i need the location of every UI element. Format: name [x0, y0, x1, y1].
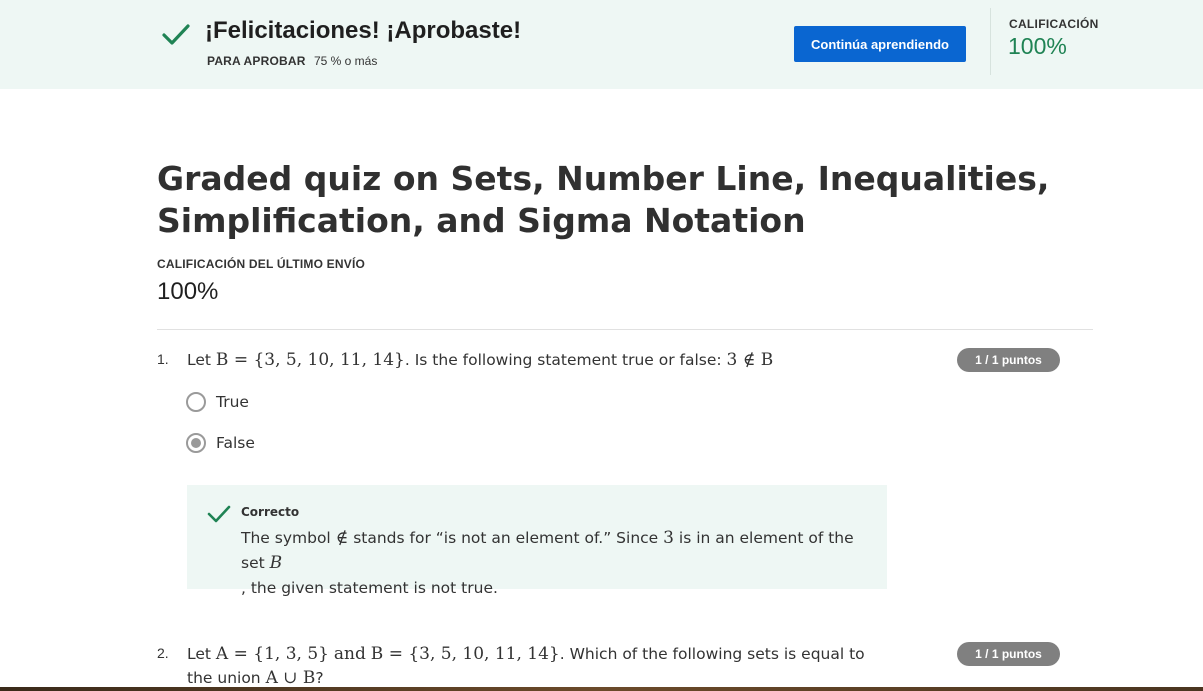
math-expression: A = {1, 3, 5}: [215, 644, 329, 664]
math-expression: B: [269, 553, 283, 573]
question-prefix: Let: [187, 645, 211, 663]
banner-title: ¡Felicitaciones! ¡Aprobaste!: [205, 17, 522, 44]
points-badge: 1 / 1 puntos: [957, 642, 1060, 666]
grade-value: 100%: [1008, 33, 1067, 59]
divider: [990, 8, 991, 75]
continue-learning-button[interactable]: Continúa aprendiendo: [794, 26, 966, 62]
radio-icon[interactable]: [186, 433, 206, 453]
success-banner: ¡Felicitaciones! ¡Aprobaste! PARA APROBA…: [0, 0, 1203, 89]
math-expression: A ∪ B: [265, 668, 316, 688]
window-edge: [0, 687, 1203, 691]
feedback-text-part: stands for “is not an element of.” Since: [348, 529, 664, 547]
question-middle: . Is the following statement true or fal…: [404, 351, 727, 369]
answer-option-true[interactable]: True: [186, 391, 249, 413]
math-conjunction: and: [333, 644, 366, 664]
feedback-text-part: The symbol: [241, 529, 336, 547]
math-expression: 3 ∉ B: [726, 350, 774, 370]
answer-option-false[interactable]: False: [186, 432, 255, 454]
last-grade-value: 100%: [157, 278, 219, 305]
feedback-box: Correcto The symbol ∉ stands for “is not…: [187, 485, 887, 597]
checkmark-icon: [162, 24, 190, 45]
option-label: False: [216, 434, 255, 452]
feedback-text: The symbol ∉ stands for “is not an eleme…: [241, 526, 871, 601]
feedback-label: Correcto: [241, 505, 300, 519]
pass-value: 75 % o más: [313, 54, 378, 68]
math-expression: B = {3, 5, 10, 11, 14}: [215, 350, 405, 370]
points-badge: 1 / 1 puntos: [957, 348, 1060, 372]
question-number: 2.: [157, 645, 169, 661]
divider: [157, 329, 1093, 330]
question-text: Let B = {3, 5, 10, 11, 14}. Is the follo…: [187, 348, 947, 372]
math-expression: ∉: [335, 528, 349, 548]
option-label: True: [216, 393, 249, 411]
pass-label: PARA APROBAR: [207, 54, 306, 68]
math-expression: 3: [663, 528, 674, 548]
grade-label: CALIFICACIÓN: [1009, 17, 1099, 31]
last-grade-label: CALIFICACIÓN DEL ÚLTIMO ENVÍO: [157, 257, 366, 271]
radio-icon[interactable]: [186, 392, 206, 412]
math-expression: B = {3, 5, 10, 11, 14}: [370, 644, 560, 664]
checkmark-icon: [207, 505, 231, 523]
question-text: Let A = {1, 3, 5} and B = {3, 5, 10, 11,…: [187, 642, 877, 690]
page-title: Graded quiz on Sets, Number Line, Inequa…: [157, 159, 1050, 240]
feedback-text-part: , the given statement is not true.: [241, 579, 498, 597]
question-prefix: Let: [187, 351, 211, 369]
question-number: 1.: [157, 351, 169, 367]
pass-requirement: PARA APROBAR 75 % o más: [207, 54, 377, 68]
question-end: ?: [315, 669, 324, 687]
